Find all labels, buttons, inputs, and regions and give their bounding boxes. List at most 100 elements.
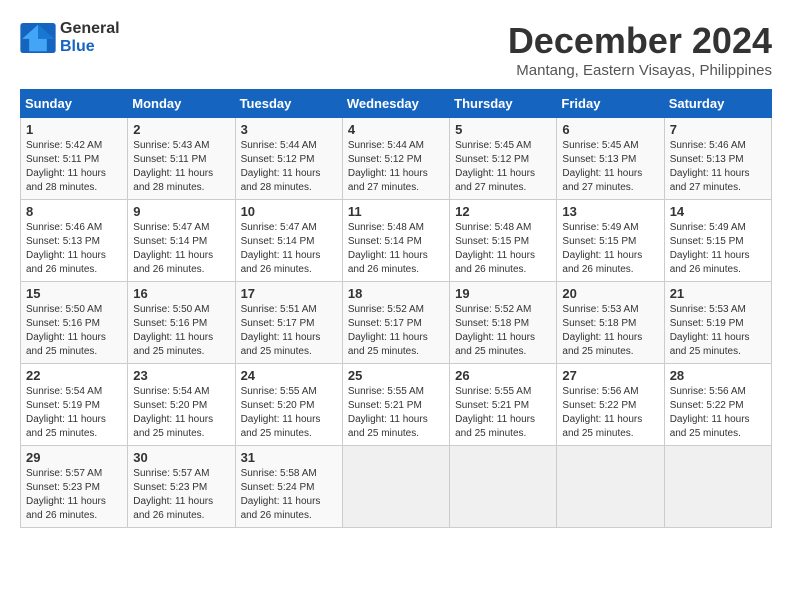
calendar-table: Sunday Monday Tuesday Wednesday Thursday…: [20, 89, 772, 528]
table-row: 28Sunrise: 5:56 AM Sunset: 5:22 PM Dayli…: [664, 364, 771, 446]
day-number: 22: [26, 368, 122, 383]
day-info: Sunrise: 5:48 AM Sunset: 5:14 PM Dayligh…: [348, 221, 444, 277]
col-friday: Friday: [557, 90, 664, 118]
day-info: Sunrise: 5:42 AM Sunset: 5:11 PM Dayligh…: [26, 139, 122, 195]
day-info: Sunrise: 5:44 AM Sunset: 5:12 PM Dayligh…: [348, 139, 444, 195]
day-number: 1: [26, 122, 122, 137]
table-row: 17Sunrise: 5:51 AM Sunset: 5:17 PM Dayli…: [235, 282, 342, 364]
calendar-week-row: 22 Sunrise: 5:54 AM Sunset: 5:19 PM Dayli…: [21, 364, 772, 446]
day-number: 7: [670, 122, 766, 137]
table-row: 22 Sunrise: 5:54 AM Sunset: 5:19 PM Dayli…: [21, 364, 128, 446]
logo-icon: [20, 23, 56, 53]
table-row: 25Sunrise: 5:55 AM Sunset: 5:21 PM Dayli…: [342, 364, 449, 446]
day-info: Sunrise: 5:48 AM Sunset: 5:15 PM Dayligh…: [455, 221, 551, 277]
day-info: Sunrise: 5:52 AM Sunset: 5:18 PM Dayligh…: [455, 303, 551, 359]
day-info: Sunrise: 5:55 AM Sunset: 5:21 PM Dayligh…: [455, 385, 551, 441]
table-row: 2 Sunrise: 5:43 AM Sunset: 5:11 PM Daylig…: [128, 118, 235, 200]
calendar-week-row: 15Sunrise: 5:50 AM Sunset: 5:16 PM Dayli…: [21, 282, 772, 364]
table-row: 8 Sunrise: 5:46 AM Sunset: 5:13 PM Daylig…: [21, 200, 128, 282]
day-number: 19: [455, 286, 551, 301]
calendar-week-row: 1 Sunrise: 5:42 AM Sunset: 5:11 PM Daylig…: [21, 118, 772, 200]
table-row: 13 Sunrise: 5:49 AM Sunset: 5:15 PM Dayli…: [557, 200, 664, 282]
day-info: Sunrise: 5:49 AM Sunset: 5:15 PM Dayligh…: [670, 221, 766, 277]
day-number: 12: [455, 204, 551, 219]
table-row: 27 Sunrise: 5:56 AM Sunset: 5:22 PM Dayli…: [557, 364, 664, 446]
table-row: 10Sunrise: 5:47 AM Sunset: 5:14 PM Dayli…: [235, 200, 342, 282]
col-tuesday: Tuesday: [235, 90, 342, 118]
table-row: 21Sunrise: 5:53 AM Sunset: 5:19 PM Dayli…: [664, 282, 771, 364]
day-number: 2: [133, 122, 229, 137]
day-number: 20: [562, 286, 658, 301]
day-number: 3: [241, 122, 337, 137]
month-year-title: December 2024: [508, 20, 772, 62]
day-info: Sunrise: 5:55 AM Sunset: 5:20 PM Dayligh…: [241, 385, 337, 441]
day-number: 18: [348, 286, 444, 301]
day-number: 29: [26, 450, 122, 465]
day-info: Sunrise: 5:45 AM Sunset: 5:12 PM Dayligh…: [455, 139, 551, 195]
table-row: 1 Sunrise: 5:42 AM Sunset: 5:11 PM Daylig…: [21, 118, 128, 200]
col-wednesday: Wednesday: [342, 90, 449, 118]
day-number: 5: [455, 122, 551, 137]
col-thursday: Thursday: [450, 90, 557, 118]
day-info: Sunrise: 5:57 AM Sunset: 5:23 PM Dayligh…: [133, 467, 229, 523]
col-sunday: Sunday: [21, 90, 128, 118]
day-info: Sunrise: 5:45 AM Sunset: 5:13 PM Dayligh…: [562, 139, 658, 195]
table-row: 7 Sunrise: 5:46 AM Sunset: 5:13 PM Daylig…: [664, 118, 771, 200]
day-info: Sunrise: 5:53 AM Sunset: 5:19 PM Dayligh…: [670, 303, 766, 359]
day-number: 6: [562, 122, 658, 137]
table-row: [450, 446, 557, 528]
day-number: 26: [455, 368, 551, 383]
day-number: 14: [670, 204, 766, 219]
day-number: 27: [562, 368, 658, 383]
day-number: 24: [241, 368, 337, 383]
calendar-week-row: 8 Sunrise: 5:46 AM Sunset: 5:13 PM Daylig…: [21, 200, 772, 282]
day-number: 31: [241, 450, 337, 465]
day-info: Sunrise: 5:43 AM Sunset: 5:11 PM Dayligh…: [133, 139, 229, 195]
table-row: 31 Sunrise: 5:58 AM Sunset: 5:24 PM Dayli…: [235, 446, 342, 528]
table-row: [557, 446, 664, 528]
day-info: Sunrise: 5:52 AM Sunset: 5:17 PM Dayligh…: [348, 303, 444, 359]
table-row: 15Sunrise: 5:50 AM Sunset: 5:16 PM Dayli…: [21, 282, 128, 364]
day-number: 16: [133, 286, 229, 301]
col-saturday: Saturday: [664, 90, 771, 118]
day-info: Sunrise: 5:57 AM Sunset: 5:23 PM Dayligh…: [26, 467, 122, 523]
table-row: 11 Sunrise: 5:48 AM Sunset: 5:14 PM Dayli…: [342, 200, 449, 282]
day-number: 8: [26, 204, 122, 219]
day-number: 11: [348, 204, 444, 219]
table-row: 20 Sunrise: 5:53 AM Sunset: 5:18 PM Dayli…: [557, 282, 664, 364]
day-number: 13: [562, 204, 658, 219]
day-info: Sunrise: 5:46 AM Sunset: 5:13 PM Dayligh…: [670, 139, 766, 195]
table-row: 16 Sunrise: 5:50 AM Sunset: 5:16 PM Dayli…: [128, 282, 235, 364]
day-info: Sunrise: 5:49 AM Sunset: 5:15 PM Dayligh…: [562, 221, 658, 277]
table-row: 26 Sunrise: 5:55 AM Sunset: 5:21 PM Dayli…: [450, 364, 557, 446]
table-row: 23Sunrise: 5:54 AM Sunset: 5:20 PM Dayli…: [128, 364, 235, 446]
col-monday: Monday: [128, 90, 235, 118]
table-row: 6 Sunrise: 5:45 AM Sunset: 5:13 PM Daylig…: [557, 118, 664, 200]
day-info: Sunrise: 5:47 AM Sunset: 5:14 PM Dayligh…: [241, 221, 337, 277]
day-number: 25: [348, 368, 444, 383]
page-header: General Blue December 2024 Mantang, East…: [20, 20, 772, 79]
location-subtitle: Mantang, Eastern Visayas, Philippines: [508, 62, 772, 79]
title-block: December 2024 Mantang, Eastern Visayas, …: [508, 20, 772, 79]
day-info: Sunrise: 5:56 AM Sunset: 5:22 PM Dayligh…: [562, 385, 658, 441]
table-row: 29 Sunrise: 5:57 AM Sunset: 5:23 PM Dayli…: [21, 446, 128, 528]
table-row: 3 Sunrise: 5:44 AM Sunset: 5:12 PM Daylig…: [235, 118, 342, 200]
table-row: 14 Sunrise: 5:49 AM Sunset: 5:15 PM Dayli…: [664, 200, 771, 282]
table-row: 19 Sunrise: 5:52 AM Sunset: 5:18 PM Dayli…: [450, 282, 557, 364]
day-info: Sunrise: 5:54 AM Sunset: 5:19 PM Dayligh…: [26, 385, 122, 441]
day-info: Sunrise: 5:53 AM Sunset: 5:18 PM Dayligh…: [562, 303, 658, 359]
table-row: 4Sunrise: 5:44 AM Sunset: 5:12 PM Daylig…: [342, 118, 449, 200]
day-info: Sunrise: 5:44 AM Sunset: 5:12 PM Dayligh…: [241, 139, 337, 195]
day-info: Sunrise: 5:58 AM Sunset: 5:24 PM Dayligh…: [241, 467, 337, 523]
table-row: 24 Sunrise: 5:55 AM Sunset: 5:20 PM Dayli…: [235, 364, 342, 446]
table-row: 9Sunrise: 5:47 AM Sunset: 5:14 PM Daylig…: [128, 200, 235, 282]
day-info: Sunrise: 5:54 AM Sunset: 5:20 PM Dayligh…: [133, 385, 229, 441]
day-info: Sunrise: 5:50 AM Sunset: 5:16 PM Dayligh…: [133, 303, 229, 359]
table-row: [342, 446, 449, 528]
day-info: Sunrise: 5:46 AM Sunset: 5:13 PM Dayligh…: [26, 221, 122, 277]
calendar-header-row: Sunday Monday Tuesday Wednesday Thursday…: [21, 90, 772, 118]
day-info: Sunrise: 5:51 AM Sunset: 5:17 PM Dayligh…: [241, 303, 337, 359]
day-info: Sunrise: 5:47 AM Sunset: 5:14 PM Dayligh…: [133, 221, 229, 277]
table-row: 5 Sunrise: 5:45 AM Sunset: 5:12 PM Daylig…: [450, 118, 557, 200]
table-row: 30Sunrise: 5:57 AM Sunset: 5:23 PM Dayli…: [128, 446, 235, 528]
